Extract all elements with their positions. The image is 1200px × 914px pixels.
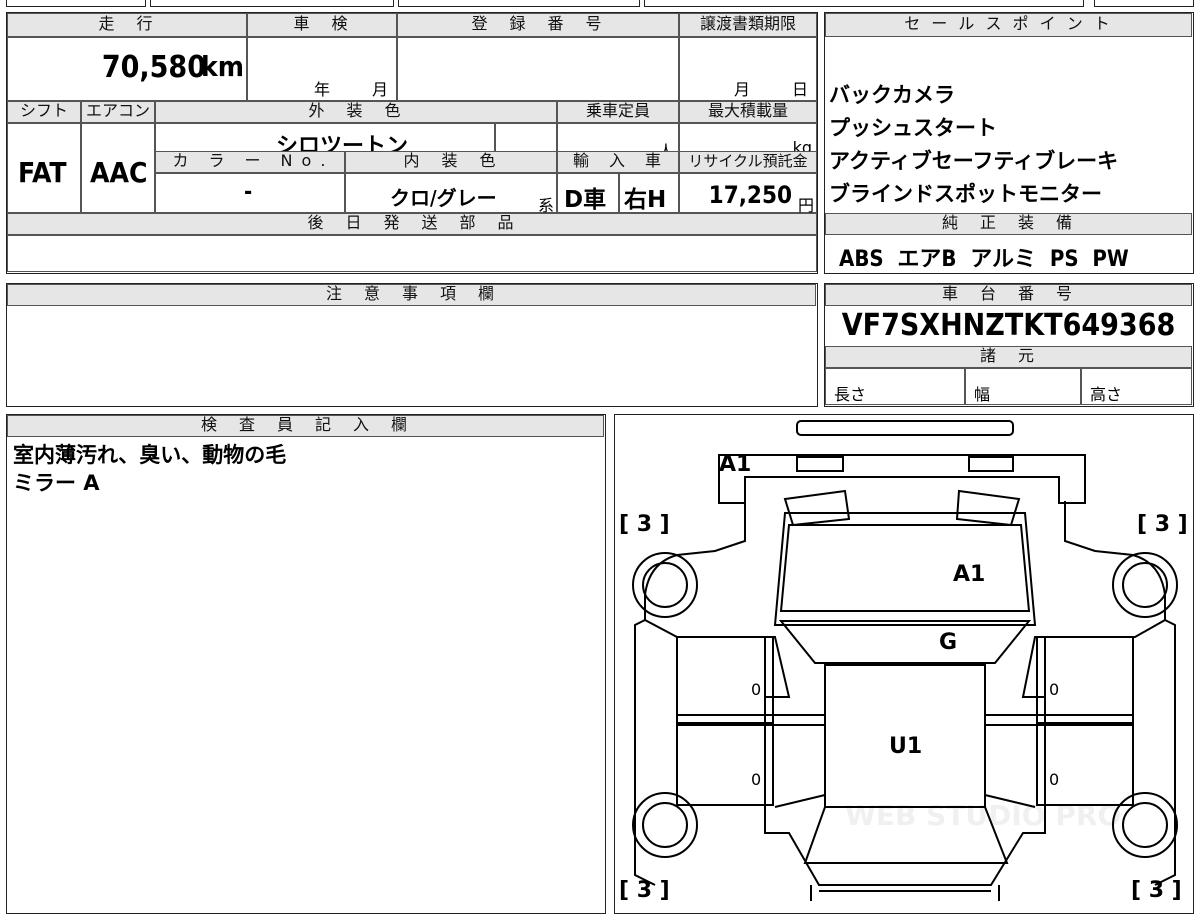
recycle-header: リサイクル預託金 (679, 151, 817, 173)
vehicle-info-grid: 走 行 車 検 登 録 番 号 譲渡書類期限 70,580 km 年 月 月 日… (6, 12, 818, 274)
shift-header: シフト (7, 101, 81, 123)
color-no-value: - (244, 180, 253, 205)
mileage-cell: 70,580 km (7, 37, 247, 101)
color-no-cell: - (155, 173, 345, 213)
mark-door-left-front: 0 (751, 680, 761, 699)
hood (773, 512, 1037, 626)
top-strip (0, 0, 1200, 8)
specs-header: 諸 元 (825, 346, 1192, 368)
side-panel-right (1154, 619, 1176, 886)
capacity-header: 乗車定員 (557, 101, 679, 123)
chassis-header: 車 台 番 号 (825, 284, 1192, 306)
grille-right (955, 489, 1021, 527)
interior-color-header: 内 装 色 (345, 151, 557, 173)
headlight-left (796, 456, 844, 472)
recycle-fee: 17,250 (708, 181, 792, 209)
mileage-value: 70,580 (101, 50, 206, 85)
sales-point-item: ブラインドスポットモニター (829, 182, 1102, 206)
notes-header: 注 意 事 項 欄 (7, 284, 816, 306)
height-label: 高さ (1090, 385, 1123, 404)
standard-equipment-text: ABS エアB アルミ PS PW (839, 247, 1129, 272)
headlight-right (968, 456, 1014, 472)
grille-left (783, 489, 851, 527)
later-parts-cell (7, 235, 817, 272)
inspector-note-line: 室内薄汚れ、臭い、動物の毛 (13, 443, 287, 467)
car-diagram: WEB STUDIO PRO A1 A1 G U1 0 0 0 0 [ 3 ] … (619, 420, 1188, 903)
mark-tire-front-right: [ 3 ] (1137, 512, 1188, 537)
door-right-rear (1036, 724, 1134, 806)
shaken-year-label: 年 (314, 80, 331, 99)
door-left-rear (676, 724, 774, 806)
chassis-number: VF7SXHNZTKT649368 (841, 308, 1176, 343)
steering-value: 右H (624, 187, 667, 213)
transfer-month-label: 月 (734, 80, 751, 99)
transfer-deadline-cell: 月 日 (679, 37, 817, 101)
length-cell: 長さ (825, 368, 965, 405)
sales-points-list: バックカメラ プッシュスタート アクティブセーフティブレーキ ブラインドスポット… (829, 79, 1189, 211)
registration-cell (397, 37, 679, 101)
mark-front-bumper: A1 (719, 452, 751, 477)
shift-cell: FAT (7, 123, 81, 213)
mileage-header: 走 行 (7, 13, 247, 37)
shaken-cell: 年 月 (247, 37, 397, 101)
transfer-deadline-header: 譲渡書類期限 (679, 13, 817, 37)
interior-color-cell: クロ/グレー 系 (345, 173, 557, 215)
chassis-box: 車 台 番 号 VF7SXHNZTKT649368 諸 元 長さ 幅 高さ (824, 283, 1194, 407)
sales-point-item: アクティブセーフティブレーキ (829, 149, 1119, 173)
mark-tire-rear-right: [ 3 ] (1131, 878, 1182, 903)
windshield (778, 620, 1032, 664)
side-panel-left (634, 619, 656, 886)
mark-hood: A1 (953, 562, 985, 587)
car-diagram-box: WEB STUDIO PRO A1 A1 G U1 0 0 0 0 [ 3 ] … (614, 414, 1194, 914)
sales-point-item: プッシュスタート (829, 116, 997, 140)
sales-points-header: セ ー ル ス ポ イ ン ト (825, 13, 1192, 37)
shaken-header: 車 検 (247, 13, 397, 37)
sales-points-box: セ ー ル ス ポ イ ン ト バックカメラ プッシュスタート アクティブセーフ… (824, 12, 1194, 274)
import-header: 輸 入 車 (557, 151, 679, 173)
mileage-unit: km (201, 50, 244, 83)
height-cell: 高さ (1081, 368, 1192, 405)
notes-box: 注 意 事 項 欄 (6, 283, 818, 407)
width-label: 幅 (974, 385, 991, 404)
aircon-cell: AAC (81, 123, 155, 213)
mark-roof: U1 (889, 734, 922, 759)
width-cell: 幅 (965, 368, 1081, 405)
mark-tire-rear-left: [ 3 ] (619, 878, 670, 903)
aircon-header: エアコン (81, 101, 155, 123)
standard-equipment-header: 純 正 装 備 (825, 213, 1192, 235)
inspector-box: 検 査 員 記 入 欄 室内薄汚れ、臭い、動物の毛 ミラー A (6, 414, 606, 914)
front-bumper (718, 454, 1086, 504)
rear-bumper (810, 885, 1000, 901)
registration-header: 登 録 番 号 (397, 13, 679, 37)
max-load-header: 最大積載量 (679, 101, 817, 123)
sales-point-item: バックカメラ (829, 83, 955, 107)
later-parts-header: 後 日 発 送 部 品 (7, 213, 817, 235)
mark-windshield: G (939, 630, 957, 655)
inspector-notes: 室内薄汚れ、臭い、動物の毛 ミラー A (13, 441, 286, 497)
inspector-header: 検 査 員 記 入 欄 (7, 415, 604, 437)
mark-tire-front-left: [ 3 ] (619, 512, 670, 537)
hood-inner (779, 524, 1031, 612)
import-type-cell: D車 (557, 173, 619, 213)
watermark: WEB STUDIO PRO (845, 799, 1121, 832)
shift-value: FAT (18, 156, 67, 189)
exterior-color-header: 外 装 色 (155, 101, 557, 123)
interior-color-value: クロ/グレー (390, 186, 497, 210)
front-bumper-strip (796, 420, 1014, 436)
transfer-day-label: 日 (792, 80, 809, 99)
import-type-value: D車 (564, 187, 607, 213)
mark-door-right-rear: 0 (1049, 770, 1059, 789)
recycle-cell: 17,250 円 (679, 173, 817, 215)
aircon-value: AAC (90, 156, 148, 189)
inspector-note-line: ミラー A (13, 471, 100, 495)
mark-door-left-rear: 0 (751, 770, 761, 789)
length-label: 長さ (834, 385, 867, 404)
mark-door-right-front: 0 (1049, 680, 1059, 699)
shaken-month-label: 月 (372, 80, 389, 99)
steering-cell: 右H (619, 173, 679, 213)
color-no-header: カ ラ ー N o . (155, 151, 345, 173)
